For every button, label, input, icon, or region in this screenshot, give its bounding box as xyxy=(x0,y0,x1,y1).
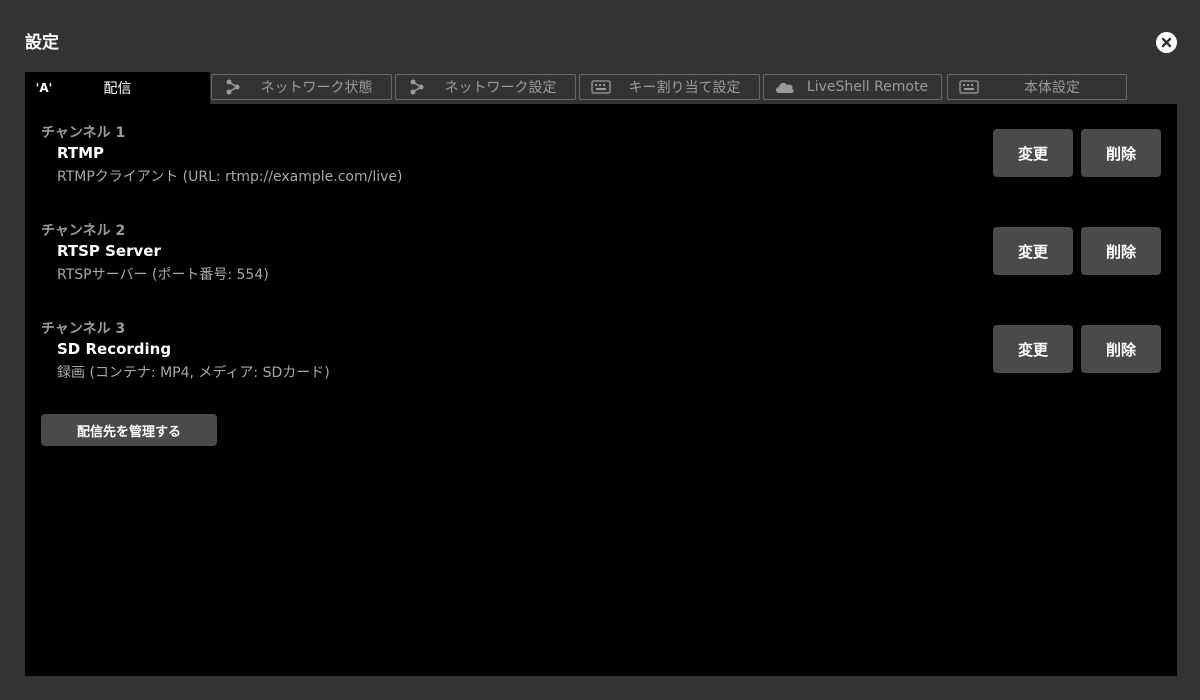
share-icon xyxy=(222,79,244,95)
tab-label: ネットワーク設定 xyxy=(444,80,557,96)
tab-label: LiveShell Remote xyxy=(806,79,929,95)
keyboard-icon xyxy=(590,79,612,95)
tab-liveshell-remote[interactable]: LiveShell Remote xyxy=(763,74,942,100)
tab-streaming[interactable]: 'A' 配信 xyxy=(25,72,210,104)
channel-title: チャンネル 2 xyxy=(41,223,126,239)
tab-label: キー割り当て設定 xyxy=(628,80,741,96)
settings-title: 設定 xyxy=(25,33,59,53)
broadcast-icon: 'A' xyxy=(35,81,53,95)
share-icon xyxy=(406,79,428,95)
streaming-panel: チャンネル 1 RTMP RTMPクライアント (URL: rtmp://exa… xyxy=(25,104,1177,676)
channel-row: チャンネル 1 RTMP RTMPクライアント (URL: rtmp://exa… xyxy=(25,104,1177,185)
delete-button[interactable]: 削除 xyxy=(1081,129,1161,177)
close-icon xyxy=(1161,37,1172,48)
change-button[interactable]: 変更 xyxy=(993,227,1073,275)
channel-row: チャンネル 3 SD Recording 録画 (コンテナ: MP4, メディア… xyxy=(25,300,1177,381)
cloud-icon xyxy=(774,79,796,95)
channel-description: RTMPクライアント (URL: rtmp://example.com/live… xyxy=(57,169,403,185)
tab-key-assignment[interactable]: キー割り当て設定 xyxy=(579,74,760,100)
channel-name: SD Recording xyxy=(57,340,172,358)
tab-device-settings[interactable]: 本体設定 xyxy=(947,74,1127,100)
channel-title: チャンネル 3 xyxy=(41,321,126,337)
tab-label: ネットワーク状態 xyxy=(260,80,373,96)
channel-description: 録画 (コンテナ: MP4, メディア: SDカード) xyxy=(57,365,330,381)
channel-name: RTSP Server xyxy=(57,242,161,260)
tab-network-status[interactable]: ネットワーク状態 xyxy=(211,74,392,100)
tab-label: 配信 xyxy=(103,81,132,97)
close-button[interactable] xyxy=(1156,32,1177,53)
channel-name: RTMP xyxy=(57,144,105,162)
manage-destinations-button[interactable]: 配信先を管理する xyxy=(41,414,217,446)
keyboard-icon xyxy=(958,79,980,95)
tab-bar: 'A' 配信 ネットワーク状態 ネットワーク設定 キー割り当て設定 LiveSh… xyxy=(25,72,1177,104)
channel-row: チャンネル 2 RTSP Server RTSPサーバー (ポート番号: 554… xyxy=(25,202,1177,283)
tab-network-settings[interactable]: ネットワーク設定 xyxy=(395,74,576,100)
tab-label: 本体設定 xyxy=(1024,80,1080,96)
delete-button[interactable]: 削除 xyxy=(1081,325,1161,373)
delete-button[interactable]: 削除 xyxy=(1081,227,1161,275)
change-button[interactable]: 変更 xyxy=(993,129,1073,177)
channel-description: RTSPサーバー (ポート番号: 554) xyxy=(57,267,269,283)
change-button[interactable]: 変更 xyxy=(993,325,1073,373)
channel-title: チャンネル 1 xyxy=(41,125,126,141)
